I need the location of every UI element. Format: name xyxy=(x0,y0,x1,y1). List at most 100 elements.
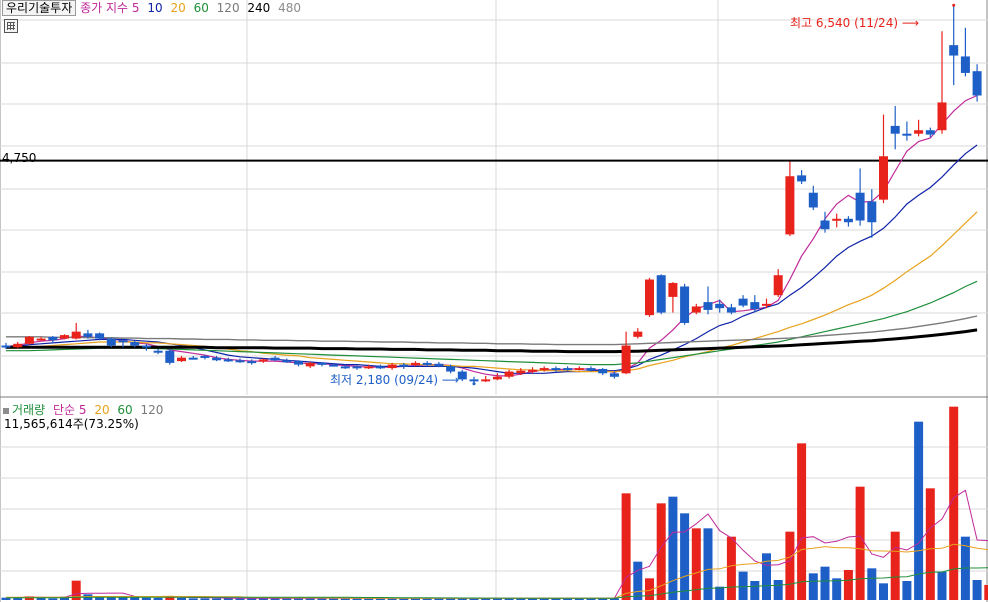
legend-volume-ma5[interactable]: 단순 5 xyxy=(53,403,87,417)
grid-toggle-icon[interactable] xyxy=(4,19,18,33)
volume-bar-up xyxy=(726,536,736,600)
candle-body-down xyxy=(563,368,573,371)
candle-body-down xyxy=(200,355,210,358)
volume-bar-up xyxy=(925,488,935,600)
candle-body-down xyxy=(270,357,280,361)
candle-body-down xyxy=(130,342,140,346)
arrow-right-icon: ⟶ xyxy=(901,16,920,30)
legend-close-ma5[interactable]: 종가 지수 5 xyxy=(80,1,139,15)
candle-body-up xyxy=(785,176,795,235)
candle-body-down xyxy=(598,368,608,374)
candle-body-up xyxy=(177,357,186,362)
candle-body-up xyxy=(645,279,654,316)
price-ma5-line xyxy=(5,94,978,377)
candle-body-down xyxy=(188,357,198,360)
candle-body-up xyxy=(879,156,888,200)
volume-bar-down xyxy=(773,580,783,600)
candle-body-down xyxy=(1,345,11,348)
candle-body-down xyxy=(235,360,245,363)
candle-body-up xyxy=(762,303,771,306)
candle-body-up xyxy=(13,343,23,348)
legend-volume-ma120[interactable]: 120 xyxy=(141,403,164,417)
legend-volume[interactable]: 거래량 xyxy=(12,403,45,417)
candle-body-up xyxy=(71,331,81,339)
volume-bar-up xyxy=(890,531,900,600)
price-ma60-line xyxy=(6,280,978,366)
candle-body-down xyxy=(399,364,409,367)
chart-canvas[interactable] xyxy=(0,0,988,602)
legend-ma120[interactable]: 120 xyxy=(217,1,240,15)
volume-bar-down xyxy=(177,598,186,600)
candle-body-down xyxy=(434,363,444,367)
price-ma240-line xyxy=(6,328,978,354)
candle-body-up xyxy=(305,362,315,367)
low-price-marker xyxy=(472,382,476,386)
candle-body-down xyxy=(118,340,128,343)
volume-bar-down xyxy=(188,598,198,600)
candle-body-down xyxy=(586,368,596,371)
candle-body-down xyxy=(902,133,912,136)
legend-volume-ma20[interactable]: 20 xyxy=(94,403,109,417)
candle-body-up xyxy=(528,369,537,372)
volume-bar-down xyxy=(879,583,888,600)
stock-chart-window: 우리기술투자 종가 지수 5 10 20 60 120 240 480 4,75… xyxy=(0,0,988,602)
low-price-annotation: 최저 2,180 (09/24) ⟶ xyxy=(330,371,459,388)
legend-ma480[interactable]: 480 xyxy=(278,1,301,15)
candle-body-down xyxy=(972,71,982,96)
candle-body-up xyxy=(492,376,502,380)
candle-body-down xyxy=(551,368,561,371)
legend-ma20[interactable]: 20 xyxy=(170,1,185,15)
candle-body-up xyxy=(36,338,46,341)
candle-body-down xyxy=(960,56,970,73)
candle-body-up xyxy=(364,366,374,369)
volume-bar-down xyxy=(762,553,771,600)
volume-bar-down xyxy=(738,571,748,600)
volume-bar-down xyxy=(808,573,818,600)
volume-bar-down xyxy=(633,561,643,600)
candle-body-down xyxy=(340,366,350,369)
legend-ma240[interactable]: 240 xyxy=(247,1,270,15)
candle-body-down xyxy=(820,220,830,230)
candle-body-up xyxy=(937,102,947,131)
candle-body-down xyxy=(165,350,175,363)
low-price-text: 최저 2,180 (09/24) xyxy=(330,373,439,387)
candle-body-down xyxy=(153,350,163,353)
volume-legend: 거래량 단순 5 20 60 120 xyxy=(3,403,167,417)
volume-bar-up xyxy=(797,443,807,600)
candle-body-down xyxy=(422,362,432,365)
legend-volume-ma60[interactable]: 60 xyxy=(117,403,132,417)
high-price-marker xyxy=(952,3,956,7)
volume-bar-down xyxy=(680,513,690,600)
stock-name-box[interactable]: 우리기술투자 xyxy=(2,0,77,16)
candle-body-up xyxy=(504,371,514,377)
arrow-right-icon: ⟶ xyxy=(441,373,460,387)
candle-body-up xyxy=(691,306,701,313)
candle-body-down xyxy=(797,175,807,182)
candle-body-down xyxy=(609,373,619,377)
volume-bar-down xyxy=(200,598,210,600)
volume-bar-down xyxy=(750,581,760,600)
candle-body-down xyxy=(925,130,935,135)
candle-body-down xyxy=(329,364,339,367)
panel-bullet-icon xyxy=(3,407,9,414)
legend-ma10[interactable]: 10 xyxy=(147,1,162,15)
candle-body-down xyxy=(83,333,93,337)
volume-bar-down xyxy=(972,580,982,600)
current-volume-readout: 11,565,614주(73.25%) xyxy=(4,417,139,431)
candle-body-down xyxy=(703,302,713,310)
volume-bar-down xyxy=(141,597,151,600)
candle-body-down xyxy=(375,366,385,369)
candle-body-down xyxy=(890,125,900,134)
legend-ma60[interactable]: 60 xyxy=(194,1,209,15)
volume-bar-up xyxy=(785,531,795,600)
candle-body-down xyxy=(843,218,853,223)
volume-bar-up xyxy=(984,585,988,600)
candle-body-up xyxy=(539,368,549,371)
candle-body-up xyxy=(633,331,643,337)
candle-body-down xyxy=(808,192,818,208)
candle-body-up xyxy=(914,130,924,134)
candle-body-up xyxy=(773,275,783,296)
volume-bar-down xyxy=(937,571,947,600)
high-price-text: 최고 6,540 (11/24) xyxy=(790,16,899,30)
candle-body-up xyxy=(411,362,420,365)
